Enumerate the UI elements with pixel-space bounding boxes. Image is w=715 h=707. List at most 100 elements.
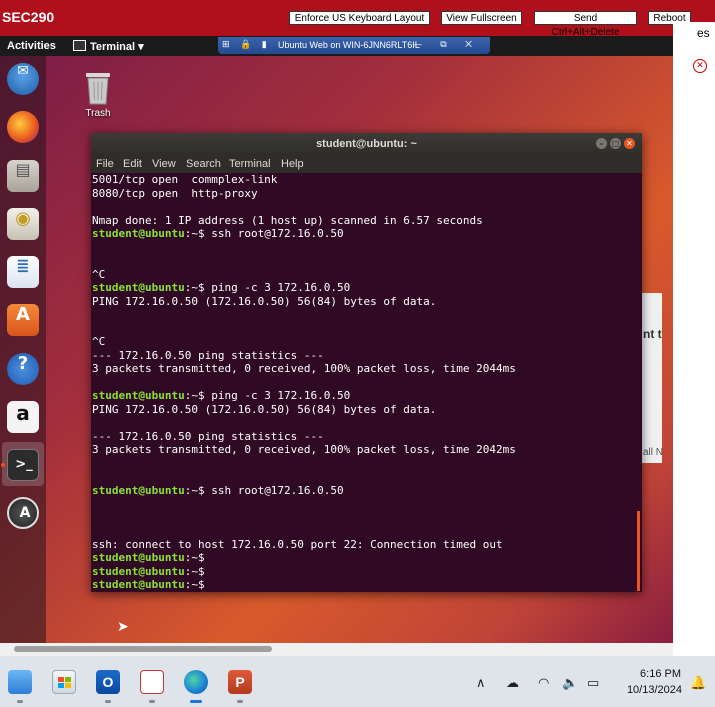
terminal-line: student@ubuntu:~$ ping -c 3 172.16.0.50 <box>92 389 635 403</box>
terminal-line-text: PING 172.16.0.50 (172.16.0.50) 56(84) by… <box>92 294 437 308</box>
terminal-line-text: 3 packets transmitted, 0 received, 100% … <box>92 362 516 375</box>
terminal-line: --- 172.16.0.50 ping statistics --- <box>92 430 635 444</box>
terminal-icon[interactable]: >_ <box>7 449 39 481</box>
menu-help[interactable]: Help <box>281 158 304 170</box>
amazon-icon[interactable]: a <box>7 401 39 433</box>
trash-icon[interactable] <box>84 70 112 106</box>
menu-terminal[interactable]: Terminal <box>229 158 271 170</box>
maximize-icon[interactable]: □ <box>610 138 621 149</box>
software-updater-icon[interactable]: A <box>7 497 39 529</box>
shell-prompt: student@ubuntu <box>92 281 185 294</box>
wifi-icon[interactable]: ◠ <box>538 676 549 691</box>
show-hidden-icons-chevron-icon[interactable]: ∧ <box>476 676 486 691</box>
terminal-title: student@ubuntu: ~ <box>91 133 642 155</box>
shell-prompt: student@ubuntu <box>92 227 185 240</box>
terminal-line: PING 172.16.0.50 (172.16.0.50) 56(84) by… <box>92 295 635 309</box>
outlook-icon[interactable]: O <box>96 670 120 694</box>
terminal-line-text: 5001/tcp open commplex-link <box>92 173 278 186</box>
terminal-line-text: :~$ ssh root@172.16.0.50 <box>184 227 344 240</box>
taskbar-running-indicator <box>17 700 23 703</box>
terminal-line: student@ubuntu:~$ <box>92 565 635 579</box>
clock-time[interactable]: 6:16 PM <box>631 668 681 680</box>
shell-prompt: student@ubuntu <box>92 578 185 591</box>
powerpoint-icon[interactable]: P <box>228 670 252 694</box>
menu-file[interactable]: File <box>96 158 114 170</box>
terminal-line: ^C <box>92 335 635 349</box>
terminal-line: student@ubuntu:~$ <box>92 578 635 591</box>
send-ctrl-alt-delete-button[interactable]: Send Ctrl+Alt+Delete <box>534 11 637 38</box>
terminal-scrollbar[interactable] <box>637 511 640 591</box>
notepad-icon[interactable] <box>8 670 32 694</box>
background-dialog-subtext: all N <box>643 447 664 458</box>
background-window-text: es <box>697 26 710 40</box>
remote-session-title: Ubuntu Web on WIN-6JNN6RLT6IL <box>278 40 420 50</box>
terminal-small-icon <box>73 40 86 51</box>
menu-view[interactable]: View <box>152 158 176 170</box>
terminal-line: PING 172.16.0.50 (172.16.0.50) 56(84) by… <box>92 403 635 417</box>
files-icon[interactable]: ▤ <box>7 160 39 192</box>
terminal-app-menu[interactable]: Terminal ▾ <box>73 40 144 53</box>
terminal-line-text: ssh: connect to host 172.16.0.50 port 22… <box>92 537 503 551</box>
terminal-line-text: :~$ ping -c 3 172.16.0.50 <box>184 281 351 294</box>
terminal-line: 8080/tcp open http-proxy <box>92 187 635 201</box>
libreoffice-writer-icon[interactable]: ≣ <box>7 256 39 288</box>
remote-session-bar: ⊞ 🔒 ▮ Ubuntu Web on WIN-6JNN6RLT6IL — ⧉ … <box>218 37 490 54</box>
software-center-icon[interactable]: A <box>7 304 39 336</box>
thunderbird-icon[interactable]: ✉ <box>7 63 39 95</box>
shell-prompt: student@ubuntu <box>92 483 185 497</box>
background-dialog <box>642 293 662 463</box>
rhythmbox-icon[interactable]: ◉ <box>7 208 39 240</box>
enforce-keyboard-button[interactable]: Enforce US Keyboard Layout <box>289 11 430 25</box>
terminal-output[interactable]: 5001/tcp open commplex-link 8080/tcp open… <box>92 173 635 591</box>
help-icon[interactable]: ? <box>7 353 39 385</box>
firefox-icon[interactable] <box>7 111 39 143</box>
terminal-line: student@ubuntu:~$ ssh root@172.16.0.50 <box>92 484 635 498</box>
view-fullscreen-button[interactable]: View Fullscreen <box>441 11 522 25</box>
remote-bar-left-icons[interactable]: ⊞ 🔒 ▮ <box>222 39 271 50</box>
cloud-sync-icon[interactable]: ☁ <box>506 676 519 691</box>
edge-icon[interactable] <box>184 670 208 694</box>
terminal-line: --- 172.16.0.50 ping statistics --- <box>92 349 635 363</box>
menu-search[interactable]: Search <box>186 158 221 170</box>
horizontal-scrollbar-thumb[interactable] <box>14 646 272 652</box>
active-app-indicator <box>1 463 5 467</box>
snipping-tool-icon[interactable] <box>140 670 164 694</box>
terminal-line-text: 3 packets transmitted, 0 received, 100% … <box>92 443 516 456</box>
terminal-line: 3 packets transmitted, 0 received, 100% … <box>92 362 635 376</box>
close-icon[interactable]: ✕ <box>693 59 707 73</box>
terminal-line: ^C <box>92 268 635 282</box>
minimize-icon[interactable]: – <box>596 138 607 149</box>
terminal-line-text: :~$ <box>184 578 205 591</box>
clock-date[interactable]: 10/13/2024 <box>612 684 682 696</box>
remote-bar-window-controls[interactable]: — ⧉ ✕ <box>413 39 480 50</box>
activities-button[interactable]: Activities <box>7 40 56 52</box>
shell-prompt: student@ubuntu <box>92 551 185 564</box>
terminal-app-menu-label: Terminal ▾ <box>90 41 144 53</box>
notification-bell-icon[interactable]: 🔔 <box>690 676 706 691</box>
terminal-line-text: PING 172.16.0.50 (172.16.0.50) 56(84) by… <box>92 402 437 416</box>
terminal-window[interactable]: student@ubuntu: ~ – □ ✕ File Edit View S… <box>91 133 642 592</box>
terminal-line-text: 8080/tcp open http-proxy <box>92 186 258 200</box>
terminal-menubar: File Edit View Search Terminal Help <box>91 155 642 173</box>
terminal-line-text: :~$ ssh root@172.16.0.50 <box>184 483 344 497</box>
shell-prompt: student@ubuntu <box>92 564 185 578</box>
terminal-line: 3 packets transmitted, 0 received, 100% … <box>92 443 635 457</box>
trash-label: Trash <box>85 108 111 119</box>
battery-icon[interactable]: ▭ <box>587 676 599 691</box>
volume-icon[interactable]: 🔈 <box>562 676 578 691</box>
menu-edit[interactable]: Edit <box>123 158 142 170</box>
terminal-line-text: Nmap done: 1 IP address (1 host up) scan… <box>92 213 483 227</box>
terminal-line-text: :~$ <box>184 551 205 564</box>
close-icon[interactable]: ✕ <box>624 138 635 149</box>
terminal-line-text: :~$ <box>184 564 205 578</box>
terminal-line: student@ubuntu:~$ ssh root@172.16.0.50 <box>92 227 635 241</box>
store-icon[interactable] <box>52 670 76 694</box>
